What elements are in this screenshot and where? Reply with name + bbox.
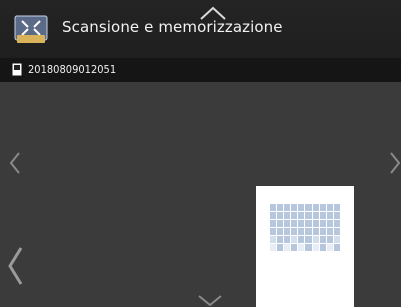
chevron-left-icon[interactable] [8,150,22,176]
app-header: Scansione e memorizzazione [0,0,401,58]
scanned-page-preview[interactable] [256,186,354,307]
page-title: Scansione e memorizzazione [62,18,283,36]
document-icon [12,63,22,76]
document-info-bar: 20180809012051 [0,58,401,82]
page-content-grid [270,204,340,307]
document-name: 20180809012051 [28,63,117,76]
chevron-down-icon[interactable] [196,293,224,307]
chevron-up-icon[interactable] [198,5,228,21]
chevron-left-large-icon[interactable] [6,244,24,288]
chevron-right-icon[interactable] [389,150,401,176]
scan-store-icon [14,15,48,43]
